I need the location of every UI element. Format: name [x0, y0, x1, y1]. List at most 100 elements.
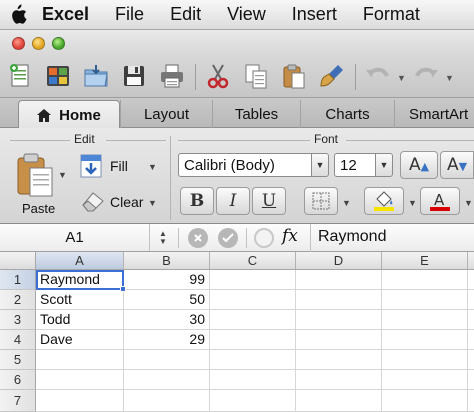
- cell-b4[interactable]: 29: [124, 330, 210, 350]
- borders-button[interactable]: [304, 187, 338, 215]
- cell-d7[interactable]: [296, 390, 382, 412]
- cell-e7[interactable]: [382, 390, 468, 412]
- tab-tables[interactable]: Tables: [212, 100, 300, 128]
- new-workbook-button[interactable]: [6, 62, 34, 90]
- formula-input[interactable]: Raymond: [318, 228, 386, 246]
- decrease-font-size-button[interactable]: A▼: [440, 151, 474, 179]
- cell-b7[interactable]: [124, 390, 210, 412]
- font-name-dropdown[interactable]: ▼: [311, 153, 329, 177]
- tab-home[interactable]: Home: [18, 100, 120, 129]
- format-painter-button[interactable]: [318, 62, 346, 90]
- name-box-stepper[interactable]: ▲ ▼: [152, 228, 174, 248]
- cut-button[interactable]: [204, 62, 232, 90]
- row-header-4[interactable]: 4: [0, 330, 36, 350]
- borders-dropdown-arrow[interactable]: ▼: [342, 198, 351, 208]
- copy-button[interactable]: [242, 62, 270, 90]
- cell-c6[interactable]: [210, 370, 296, 390]
- column-header-c[interactable]: C: [210, 252, 296, 270]
- cell-f6[interactable]: [468, 370, 474, 390]
- select-all-corner[interactable]: [0, 252, 36, 270]
- fill-color-dropdown-arrow[interactable]: ▼: [408, 198, 417, 208]
- tab-charts[interactable]: Charts: [300, 100, 394, 128]
- column-header-f-partial[interactable]: [468, 252, 474, 270]
- column-header-b[interactable]: B: [124, 252, 210, 270]
- cell-e6[interactable]: [382, 370, 468, 390]
- cell-f3[interactable]: [468, 310, 474, 330]
- tab-smartart[interactable]: SmartArt: [394, 100, 474, 128]
- undo-dropdown-arrow[interactable]: ▼: [397, 73, 406, 83]
- fill-button[interactable]: [80, 154, 104, 178]
- cell-e1[interactable]: [382, 270, 468, 290]
- column-header-a[interactable]: A: [36, 252, 124, 270]
- cell-e3[interactable]: [382, 310, 468, 330]
- clear-label[interactable]: Clear: [110, 194, 143, 210]
- row-header-5[interactable]: 5: [0, 350, 36, 370]
- open-button[interactable]: [82, 62, 110, 90]
- save-button[interactable]: [120, 62, 148, 90]
- cell-a4[interactable]: Dave: [36, 330, 124, 350]
- redo-button[interactable]: [412, 62, 440, 90]
- cell-a7[interactable]: [36, 390, 124, 412]
- cell-c2[interactable]: [210, 290, 296, 310]
- cell-d2[interactable]: [296, 290, 382, 310]
- formula-builder-toggle[interactable]: [254, 228, 274, 248]
- cell-d3[interactable]: [296, 310, 382, 330]
- cell-e4[interactable]: [382, 330, 468, 350]
- cell-b3[interactable]: 30: [124, 310, 210, 330]
- cell-e5[interactable]: [382, 350, 468, 370]
- enter-formula-button[interactable]: [218, 228, 238, 248]
- menu-format[interactable]: Format: [350, 4, 433, 25]
- clear-button[interactable]: [80, 190, 106, 214]
- menu-file[interactable]: File: [102, 4, 157, 25]
- cell-b5[interactable]: [124, 350, 210, 370]
- cell-f5[interactable]: [468, 350, 474, 370]
- cell-c1[interactable]: [210, 270, 296, 290]
- fill-color-button[interactable]: [364, 187, 404, 215]
- font-color-dropdown-arrow[interactable]: ▼: [464, 198, 473, 208]
- tab-layout[interactable]: Layout: [120, 100, 212, 128]
- column-header-d[interactable]: D: [296, 252, 382, 270]
- row-header-6[interactable]: 6: [0, 370, 36, 390]
- row-header-1[interactable]: 1: [0, 270, 36, 290]
- underline-button[interactable]: U: [252, 187, 286, 215]
- row-header-2[interactable]: 2: [0, 290, 36, 310]
- row-header-7[interactable]: 7: [0, 390, 36, 412]
- minimize-window-button[interactable]: [32, 37, 45, 50]
- templates-button[interactable]: [44, 62, 72, 90]
- fill-dropdown-arrow[interactable]: ▼: [148, 162, 157, 172]
- fill-handle[interactable]: [120, 286, 126, 292]
- cell-c5[interactable]: [210, 350, 296, 370]
- row-header-3[interactable]: 3: [0, 310, 36, 330]
- worksheet-grid[interactable]: A B C D E 1 2 3 4 5 6 7 Raymond 99 Scott 50…: [0, 252, 474, 412]
- cell-f4[interactable]: [468, 330, 474, 350]
- cell-a2[interactable]: Scott: [36, 290, 124, 310]
- insert-function-button[interactable]: fx: [282, 226, 298, 246]
- cell-e2[interactable]: [382, 290, 468, 310]
- increase-font-size-button[interactable]: A▲: [400, 151, 438, 179]
- cell-d1[interactable]: [296, 270, 382, 290]
- clear-dropdown-arrow[interactable]: ▼: [148, 198, 157, 208]
- menu-view[interactable]: View: [214, 4, 279, 25]
- font-size-dropdown[interactable]: ▼: [375, 153, 393, 177]
- undo-button[interactable]: [364, 62, 392, 90]
- font-color-button[interactable]: A: [420, 187, 460, 215]
- menu-edit[interactable]: Edit: [157, 4, 214, 25]
- font-name-field[interactable]: Calibri (Body): [178, 153, 312, 177]
- menu-app-excel[interactable]: Excel: [36, 4, 102, 25]
- paste-toolbar-button[interactable]: [280, 62, 308, 90]
- apple-menu[interactable]: [0, 4, 36, 25]
- menu-insert[interactable]: Insert: [279, 4, 350, 25]
- italic-button[interactable]: I: [216, 187, 250, 215]
- cell-d5[interactable]: [296, 350, 382, 370]
- close-window-button[interactable]: [12, 37, 25, 50]
- cell-a6[interactable]: [36, 370, 124, 390]
- zoom-window-button[interactable]: [52, 37, 65, 50]
- bold-button[interactable]: B: [180, 187, 214, 215]
- cell-b6[interactable]: [124, 370, 210, 390]
- cell-b1[interactable]: 99: [124, 270, 210, 290]
- column-header-e[interactable]: E: [382, 252, 468, 270]
- cell-b2[interactable]: 50: [124, 290, 210, 310]
- cancel-formula-button[interactable]: [188, 228, 208, 248]
- cell-c4[interactable]: [210, 330, 296, 350]
- cell-c7[interactable]: [210, 390, 296, 412]
